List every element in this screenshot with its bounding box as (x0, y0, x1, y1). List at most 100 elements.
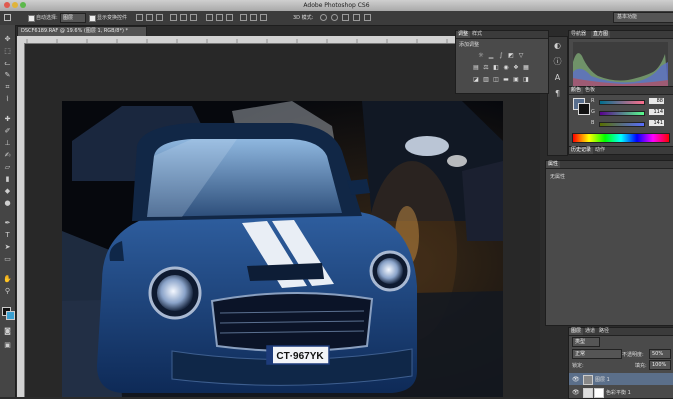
path-select-tool-icon[interactable]: ➤ (3, 243, 12, 252)
tab-actions[interactable]: 动作 (593, 147, 607, 154)
color-balance-icon[interactable]: ⚖ (483, 65, 489, 71)
paragraph-panel-icon[interactable]: ¶ (553, 89, 562, 98)
distribute-bottom-icon[interactable] (226, 14, 233, 21)
brightness-contrast-icon[interactable]: ☼ (478, 53, 484, 59)
3d-rotate-icon[interactable] (320, 14, 327, 21)
eye-icon[interactable]: 👁 (572, 389, 580, 396)
quick-mask-icon[interactable]: ◙ (3, 327, 12, 336)
brush-tool-icon[interactable]: ✐ (3, 127, 12, 136)
move-tool-preset-icon[interactable] (4, 14, 11, 21)
tab-histogram[interactable]: 直方图 (591, 31, 611, 38)
clone-stamp-tool-icon[interactable]: ⊥ (3, 139, 12, 148)
tab-paths[interactable]: 路径 (597, 328, 611, 335)
tab-color[interactable]: 颜色 (569, 87, 584, 94)
levels-icon[interactable]: ▁ (488, 53, 494, 59)
tab-layers[interactable]: 图层 (569, 328, 584, 335)
move-tool-icon[interactable]: ✥ (3, 35, 12, 44)
blur-tool-icon[interactable]: ◆ (3, 187, 12, 196)
color-spectrum-bar[interactable] (572, 133, 670, 143)
close-window-button[interactable] (4, 2, 10, 8)
color-background-swatch[interactable] (578, 103, 590, 115)
tab-navigator[interactable]: 导航器 (569, 31, 588, 38)
crop-tool-icon[interactable]: ⌗ (3, 83, 12, 92)
eye-icon[interactable]: 👁 (572, 376, 580, 383)
vibrance-icon[interactable]: ▽ (518, 53, 524, 59)
tab-history[interactable]: 历史记录 (569, 147, 594, 154)
align-left-icon[interactable] (170, 14, 177, 21)
adjustments-panel-icon[interactable]: ◐ (553, 41, 562, 50)
invert-icon[interactable]: ◪ (473, 77, 479, 83)
3d-scale-icon[interactable] (364, 14, 371, 21)
channel-mixer-icon[interactable]: ❖ (513, 65, 519, 71)
layer-row[interactable]: 👁 色彩平衡 1 (569, 386, 673, 398)
show-transform-checkbox[interactable] (89, 15, 96, 22)
posterize-icon[interactable]: ▥ (483, 77, 489, 83)
history-brush-tool-icon[interactable]: ✍ (3, 151, 12, 160)
threshold-icon[interactable]: ◫ (493, 77, 499, 83)
eraser-tool-icon[interactable]: ▱ (3, 163, 12, 172)
workspace-switcher[interactable]: 基本功能 (613, 12, 673, 23)
layer-name[interactable]: 色彩平衡 1 (606, 389, 631, 396)
layer-filter-dropdown[interactable]: 类型 (572, 337, 600, 347)
document-image[interactable]: CT·967YK (62, 101, 503, 397)
distribute-vcenter-icon[interactable] (216, 14, 223, 21)
align-right-icon[interactable] (190, 14, 197, 21)
photo-filter-icon[interactable]: ◉ (503, 65, 509, 71)
align-hcenter-icon[interactable] (180, 14, 187, 21)
shadows-highlights-icon[interactable]: ◨ (523, 77, 529, 83)
background-color-swatch[interactable] (6, 311, 15, 320)
tab-adjustments[interactable]: 调整 (456, 31, 471, 38)
quick-select-tool-icon[interactable]: ✎ (3, 71, 12, 80)
3d-drag-icon[interactable] (342, 14, 349, 21)
character-panel-icon[interactable]: A (553, 73, 562, 82)
tab-styles[interactable]: 样式 (470, 31, 484, 38)
type-tool-icon[interactable]: T (3, 231, 12, 240)
align-vcenter-icon[interactable] (146, 14, 153, 21)
layer-name[interactable]: 图层 1 (595, 376, 610, 383)
distribute-hcenter-icon[interactable] (250, 14, 257, 21)
align-bottom-icon[interactable] (156, 14, 163, 21)
hue-saturation-icon[interactable]: ▤ (473, 65, 479, 71)
info-panel-icon[interactable]: ⓘ (553, 57, 562, 66)
minimize-window-button[interactable] (12, 2, 18, 8)
eyedropper-tool-icon[interactable]: ⌇ (3, 95, 12, 104)
fill-field[interactable]: 100% (649, 360, 671, 370)
zoom-window-button[interactable] (20, 2, 26, 8)
green-value[interactable]: 114 (649, 109, 664, 115)
dodge-tool-icon[interactable]: ● (3, 199, 12, 208)
3d-roll-icon[interactable] (331, 14, 338, 21)
color-lookup-icon[interactable]: ▦ (523, 65, 529, 71)
screen-mode-icon[interactable]: ▣ (3, 341, 12, 350)
distribute-top-icon[interactable] (206, 14, 213, 21)
lasso-tool-icon[interactable]: ᓚ (3, 59, 12, 68)
tab-swatches[interactable]: 色板 (583, 87, 597, 94)
vertical-ruler[interactable] (17, 43, 25, 397)
shape-tool-icon[interactable]: ▭ (3, 255, 12, 264)
layer-row-selected[interactable]: 👁 图层 1 (569, 373, 673, 385)
align-top-icon[interactable] (136, 14, 143, 21)
marquee-tool-icon[interactable]: ⬚ (3, 47, 12, 56)
zoom-tool-icon[interactable]: ⚲ (3, 287, 12, 296)
black-white-icon[interactable]: ◧ (493, 65, 499, 71)
tab-channels[interactable]: 通道 (583, 328, 597, 335)
gradient-map-icon[interactable]: ▬ (503, 77, 509, 83)
green-slider[interactable] (599, 111, 645, 116)
pen-tool-icon[interactable]: ✒ (3, 219, 12, 228)
3d-slide-icon[interactable] (353, 14, 360, 21)
document-tab[interactable]: DSCF6189.RAF @ 19.6% (图层 1, RGB/8*) * (17, 26, 147, 36)
distribute-left-icon[interactable] (240, 14, 247, 21)
red-value[interactable]: 88 (649, 98, 664, 104)
auto-select-checkbox[interactable] (28, 15, 35, 22)
healing-brush-tool-icon[interactable]: ✚ (3, 115, 12, 124)
blue-slider[interactable] (599, 122, 645, 127)
blend-mode-dropdown[interactable]: 正常 (572, 349, 622, 359)
gradient-tool-icon[interactable]: ▮ (3, 175, 12, 184)
opacity-field[interactable]: 50% (649, 349, 671, 359)
distribute-right-icon[interactable] (260, 14, 267, 21)
exposure-icon[interactable]: ◩ (508, 53, 514, 59)
selective-color-icon[interactable]: ▣ (513, 77, 519, 83)
tab-properties[interactable]: 属性 (546, 161, 561, 168)
hand-tool-icon[interactable]: ✋ (3, 275, 12, 284)
curves-icon[interactable]: ∫ (498, 53, 504, 59)
auto-select-dropdown[interactable]: 图层 (60, 13, 86, 23)
